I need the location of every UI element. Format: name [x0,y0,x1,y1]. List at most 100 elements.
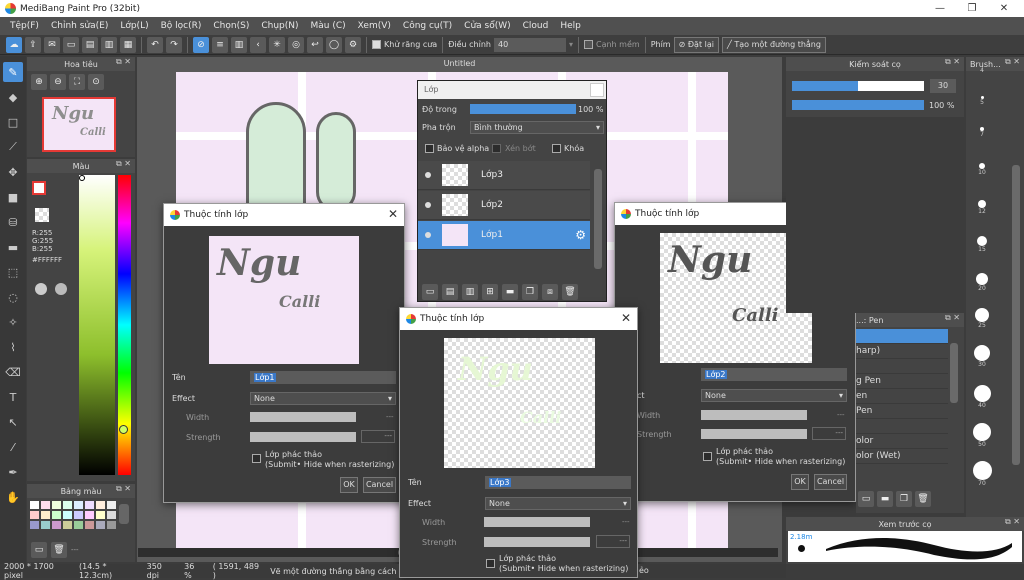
brush-size-slider[interactable] [792,81,924,91]
menu-color[interactable]: Màu (C) [305,21,352,31]
brush-folder-icon[interactable]: ▬ [877,491,893,507]
effect-select[interactable]: None [701,389,847,402]
lasso-tool-icon[interactable]: ◌ [3,287,23,307]
strength-number[interactable]: --- [596,535,630,548]
text-tool-icon[interactable]: T [3,387,23,407]
maximize-button[interactable]: ❐ [956,0,988,17]
draft-layer-checkbox[interactable] [252,454,261,463]
snap-parallel-icon[interactable]: ≡ [212,36,228,53]
layer-name-input[interactable]: Lớp2 [701,368,847,381]
panel-close-icon[interactable]: ⧉ ✕ [945,57,960,67]
adjust-dropdown-icon[interactable]: ▾ [569,40,573,49]
palette-swatch[interactable] [85,511,94,519]
brush-size-item[interactable]: 4 [969,67,995,74]
menu-select[interactable]: Chọn(S) [207,21,255,31]
cancel-button[interactable]: Cancel [363,477,396,493]
hand-tool-icon[interactable]: ✋ [3,487,23,507]
color-wheel-icon[interactable] [35,283,47,295]
palette-swatch[interactable] [96,521,105,529]
new-8bit-layer-icon[interactable]: ▥ [462,284,478,300]
strength-slider[interactable] [250,432,356,442]
menu-window[interactable]: Cửa sổ(W) [458,21,516,31]
redo-icon[interactable]: ↷ [166,36,182,53]
ok-button[interactable]: OK [340,477,358,493]
width-slider[interactable] [484,517,590,527]
export-icon[interactable]: ⇪ [25,36,41,53]
duplicate-brush-icon[interactable]: ❐ [896,491,912,507]
layer-row[interactable]: Lớp3 [418,161,590,190]
palette-swatch[interactable] [107,501,116,509]
bucket-tool-icon[interactable]: ⛁ [3,212,23,232]
palette-swatch[interactable] [52,501,61,509]
zoom-out-icon[interactable]: ⊖ [50,74,66,90]
visibility-icon[interactable] [425,202,431,208]
layer-name-input[interactable]: Lớp3 [485,476,631,489]
zoom-in-icon[interactable]: ⊕ [31,74,47,90]
brush-item[interactable] [856,359,948,374]
palette-swatch[interactable] [107,521,116,529]
panel-close-icon[interactable]: ⧉ ✕ [116,57,131,67]
width-slider[interactable] [701,410,807,420]
eraser-tool-icon[interactable]: ◆ [3,87,23,107]
operation-tool-icon[interactable]: ↖ [3,412,23,432]
palette-swatch[interactable] [52,511,61,519]
protect-alpha-checkbox[interactable] [425,144,434,153]
snap-vanishing-icon[interactable]: ‹ [250,36,266,53]
file-icon[interactable]: ▭ [63,36,79,53]
transparent-swatch[interactable] [35,208,49,222]
brush-size-item[interactable]: 12 [969,200,995,215]
sb-picker-handle[interactable] [79,175,85,181]
draft-layer-checkbox[interactable] [703,452,712,461]
palette-swatch[interactable] [52,521,61,529]
palette-swatch[interactable] [74,521,83,529]
strength-slider[interactable] [701,429,807,439]
brush-size-value[interactable]: 30 [930,79,956,93]
navigator-thumbnail[interactable]: Ngu Calli [42,97,116,152]
brush-size-item[interactable]: 10 [969,163,995,176]
brush-item[interactable]: harp) [856,344,948,359]
dialog-close-icon[interactable]: ✕ [621,311,631,325]
cloud-icon[interactable]: ☁ [6,36,22,53]
grid-icon[interactable]: ▦ [120,36,136,53]
smooth-checkbox[interactable] [584,40,593,49]
palette-swatch[interactable] [107,511,116,519]
divide-tool-icon[interactable]: ⁄ [3,437,23,457]
fit-icon[interactable]: ⛶ [69,74,85,90]
cancel-button[interactable]: Cancel [814,474,847,490]
brush-item[interactable] [856,419,948,434]
menu-help[interactable]: Help [554,21,587,31]
brush-size-item[interactable]: 5 [969,96,995,106]
brush-size-item[interactable]: 40 [969,385,995,409]
brush-size-item[interactable]: 25 [969,308,995,329]
adjust-input[interactable]: 40 [493,37,566,52]
menu-cloud[interactable]: Cloud [517,21,555,31]
magic-wand-icon[interactable]: ✧ [3,312,23,332]
snap-curve-icon[interactable]: ↩ [307,36,323,53]
brush-tool-icon[interactable]: ✎ [3,62,23,82]
brush-size-item[interactable]: 20 [969,273,995,292]
width-slider[interactable] [250,412,356,422]
palette-swatch[interactable] [41,511,50,519]
saturation-brightness-picker[interactable] [79,175,115,475]
panel-close-icon[interactable]: ⧉ ✕ [116,484,131,494]
panel-close-icon[interactable]: ⧉ ✕ [116,159,131,169]
effect-select[interactable]: None [250,392,396,405]
dot-tool-icon[interactable]: ⟋ [3,137,23,157]
straight-line-button[interactable]: ╱ Tạo một đường thẳng [722,36,826,53]
layer-row[interactable]: Lớp2 [418,191,590,220]
panel-close-icon[interactable]: ⧉ ✕ [1005,57,1020,67]
palette-swatch[interactable] [63,501,72,509]
draft-layer-checkbox[interactable] [486,559,495,568]
strength-number[interactable]: --- [361,430,395,443]
palette-swatch[interactable] [96,511,105,519]
brush-item[interactable]: Pen [856,404,948,419]
merge-layer-icon[interactable]: ⧈ [542,284,558,300]
brush-item[interactable]: olor [856,434,948,449]
select-tool-icon[interactable]: ⬚ [3,262,23,282]
select-eraser-icon[interactable]: ⌫ [3,362,23,382]
actual-size-icon[interactable]: ⊙ [88,74,104,90]
palette-swatch[interactable] [63,511,72,519]
palette-swatch[interactable] [30,501,39,509]
brush-size-item[interactable]: 7 [969,127,995,138]
lock-checkbox[interactable] [552,144,561,153]
